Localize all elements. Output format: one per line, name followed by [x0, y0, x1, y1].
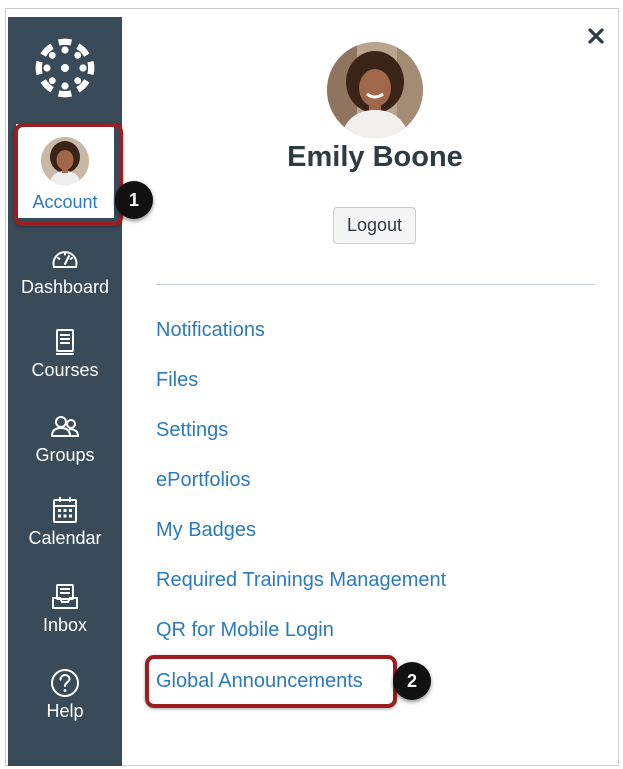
- global-navigation-sidebar: Account Dashboard Courses Groups Calenda…: [8, 17, 122, 766]
- canvas-logo-icon[interactable]: [34, 37, 96, 99]
- sidebar-item-label: Calendar: [28, 528, 102, 548]
- help-question-icon: [51, 669, 79, 697]
- sidebar-item-label: Help: [46, 701, 84, 721]
- sidebar-item-groups[interactable]: Groups: [8, 412, 122, 466]
- sidebar-item-label: Groups: [35, 445, 95, 465]
- link-files[interactable]: Files: [156, 367, 198, 393]
- logout-button[interactable]: Logout: [333, 207, 416, 244]
- link-required-trainings-management[interactable]: Required Trainings Management: [156, 567, 446, 593]
- user-name: Emily Boone: [287, 141, 463, 173]
- courses-book-icon: [56, 329, 74, 355]
- sidebar-item-dashboard[interactable]: Dashboard: [8, 244, 122, 298]
- link-eportfolios[interactable]: ePortfolios: [156, 467, 251, 493]
- avatar: [41, 137, 89, 185]
- sidebar-item-label: Dashboard: [20, 277, 110, 297]
- link-global-announcements[interactable]: Global Announcements: [156, 668, 363, 694]
- sidebar-item-label: Inbox: [42, 615, 88, 635]
- callout-badge-1: 1: [115, 181, 153, 219]
- link-notifications[interactable]: Notifications: [156, 317, 265, 343]
- sidebar-item-help[interactable]: Help: [8, 668, 122, 722]
- inbox-icon: [52, 584, 78, 609]
- sidebar-item-account[interactable]: Account: [16, 124, 114, 218]
- profile-avatar: [327, 42, 423, 138]
- sidebar-item-inbox[interactable]: Inbox: [8, 582, 122, 636]
- groups-people-icon: [50, 416, 80, 437]
- divider: [156, 284, 595, 285]
- close-icon[interactable]: [584, 24, 608, 48]
- callout-badge-2: 2: [393, 662, 431, 700]
- sidebar-item-calendar[interactable]: Calendar: [8, 495, 122, 549]
- sidebar-item-label: Courses: [31, 360, 99, 380]
- link-settings[interactable]: Settings: [156, 417, 228, 443]
- link-my-badges[interactable]: My Badges: [156, 517, 256, 543]
- sidebar-item-courses[interactable]: Courses: [8, 327, 122, 381]
- calendar-icon: [53, 497, 77, 523]
- link-qr-for-mobile-login[interactable]: QR for Mobile Login: [156, 617, 334, 643]
- sidebar-item-label: Account: [32, 192, 98, 212]
- dashboard-gauge-icon: [52, 251, 78, 268]
